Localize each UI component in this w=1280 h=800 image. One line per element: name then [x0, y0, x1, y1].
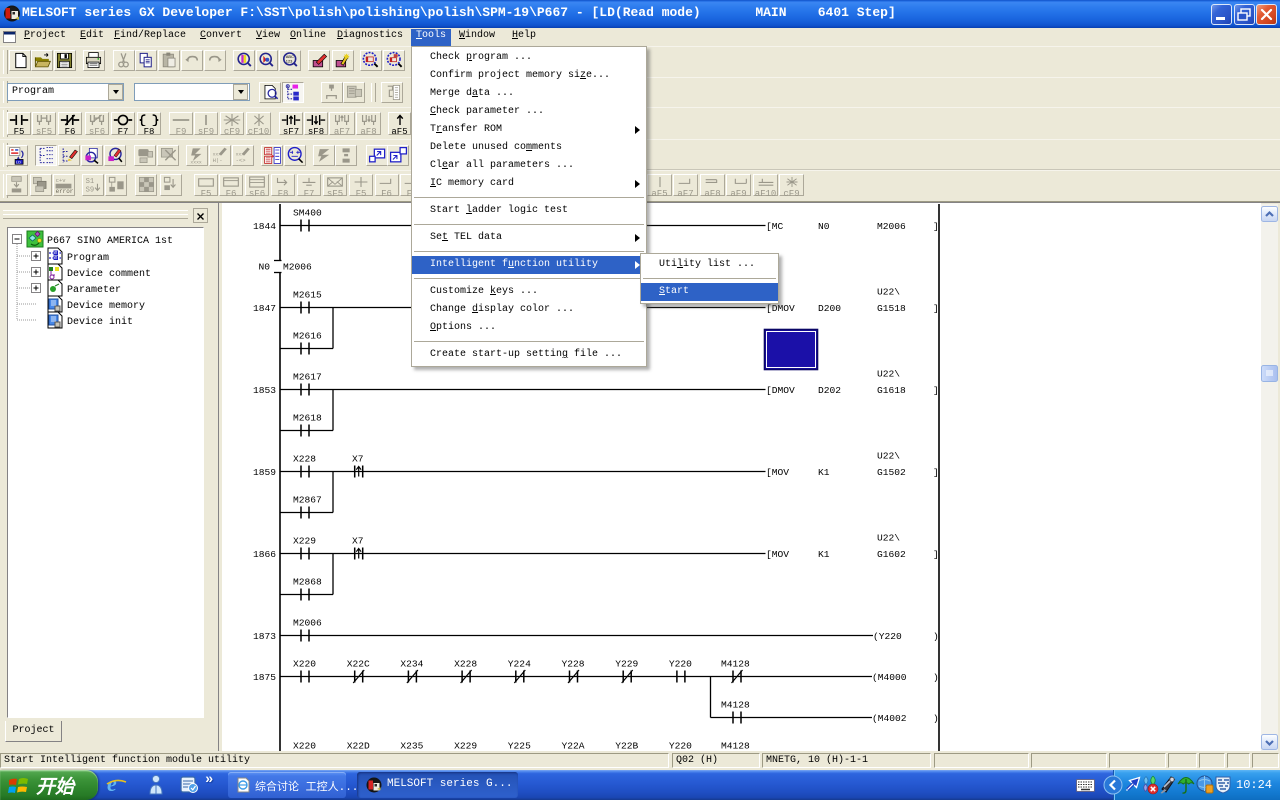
- svg-text:M2867: M2867: [293, 495, 322, 506]
- svg-text:Y224: Y224: [508, 659, 531, 670]
- svg-text:X22D: X22D: [347, 741, 370, 752]
- svg-text:[MOV: [MOV: [766, 549, 789, 560]
- svg-text:123: 123: [285, 58, 292, 63]
- svg-text:c+v: c+v: [56, 177, 67, 184]
- svg-text:X228: X228: [454, 659, 477, 670]
- svg-text:M4128: M4128: [721, 741, 750, 752]
- svg-text:G1602: G1602: [877, 549, 906, 560]
- svg-text:Device memory: Device memory: [67, 300, 145, 312]
- svg-text:Y220: Y220: [669, 741, 692, 752]
- svg-text:K1: K1: [818, 549, 830, 560]
- svg-text:LD: LD: [15, 159, 20, 164]
- svg-text:S9: S9: [85, 187, 94, 194]
- svg-text:1875: 1875: [253, 672, 276, 683]
- svg-text:Y22B: Y22B: [615, 741, 638, 752]
- svg-text:error: error: [56, 188, 73, 194]
- svg-text:M2615: M2615: [293, 290, 322, 301]
- svg-text:[MC: [MC: [766, 221, 784, 232]
- svg-text:X235: X235: [400, 741, 423, 752]
- svg-text:Y229: Y229: [615, 659, 638, 670]
- svg-text:M2006: M2006: [877, 221, 906, 232]
- svg-text:Y220: Y220: [669, 659, 692, 670]
- svg-text:U22\: U22\: [877, 287, 900, 298]
- svg-text:X234: X234: [400, 659, 423, 670]
- svg-text:N0: N0: [259, 262, 271, 273]
- svg-text:M2617: M2617: [293, 372, 322, 383]
- svg-text:N0: N0: [818, 221, 830, 232]
- svg-text:U22\: U22\: [877, 369, 900, 380]
- svg-text:]: ]: [933, 303, 939, 314]
- svg-text:M2868: M2868: [293, 577, 322, 588]
- svg-text:X7: X7: [352, 536, 364, 547]
- svg-text:M2618: M2618: [293, 413, 322, 424]
- svg-text:[DMOV: [DMOV: [766, 385, 795, 396]
- svg-text:X220: X220: [293, 659, 316, 670]
- svg-text:Y225: Y225: [508, 741, 531, 752]
- svg-text:]: ]: [933, 385, 939, 396]
- svg-text:Y228: Y228: [562, 659, 585, 670]
- svg-text:[MOV: [MOV: [766, 467, 789, 478]
- svg-text:SM400: SM400: [293, 208, 322, 219]
- svg-text:S1: S1: [85, 178, 94, 186]
- svg-text:1859: 1859: [253, 467, 276, 478]
- svg-text:1844: 1844: [253, 221, 276, 232]
- svg-text:): ): [933, 713, 939, 724]
- svg-text:1847: 1847: [253, 303, 276, 314]
- svg-text:D202: D202: [818, 385, 841, 396]
- svg-text:X229: X229: [293, 536, 316, 547]
- svg-text:]: ]: [933, 467, 939, 478]
- svg-text:): ): [933, 672, 939, 683]
- svg-text:G1618: G1618: [877, 385, 906, 396]
- svg-text:1866: 1866: [253, 549, 276, 560]
- svg-text:D200: D200: [818, 303, 841, 314]
- svg-text:P667 SINO AMERICA 1st: P667 SINO AMERICA 1st: [47, 236, 173, 247]
- svg-text:M4128: M4128: [721, 659, 750, 670]
- svg-text:X228: X228: [293, 454, 316, 465]
- svg-text:X7: X7: [352, 454, 364, 465]
- svg-text:(Y220: (Y220: [873, 631, 902, 642]
- svg-text:G1518: G1518: [877, 303, 906, 314]
- svg-text:Device comment: Device comment: [67, 268, 151, 280]
- svg-text:M4128: M4128: [721, 700, 750, 711]
- svg-text:U22\: U22\: [877, 533, 900, 544]
- svg-text:G1502: G1502: [877, 467, 906, 478]
- svg-text:U22\: U22\: [877, 451, 900, 462]
- svg-text:1873: 1873: [253, 631, 276, 642]
- svg-text:(M4002: (M4002: [872, 713, 907, 724]
- svg-text:Y22A: Y22A: [562, 741, 585, 752]
- svg-text:M2006: M2006: [293, 618, 322, 629]
- svg-text:H|-: H|-: [212, 157, 222, 164]
- svg-text:Program: Program: [67, 253, 109, 264]
- svg-text:): ): [933, 631, 939, 642]
- svg-text:[DMOV: [DMOV: [766, 303, 795, 314]
- svg-text:X220: X220: [293, 741, 316, 752]
- svg-text:M2006: M2006: [283, 262, 312, 273]
- svg-text:]: ]: [933, 549, 939, 560]
- svg-text:X229: X229: [454, 741, 477, 752]
- svg-text:Device init: Device init: [67, 316, 133, 328]
- svg-text:K1: K1: [818, 467, 830, 478]
- svg-text:(M4000: (M4000: [872, 672, 907, 683]
- svg-text:xxxx: xxxx: [190, 160, 202, 165]
- svg-text:X22C: X22C: [347, 659, 370, 670]
- svg-text:M2616: M2616: [293, 331, 322, 342]
- svg-text:-<>: -<>: [235, 157, 245, 164]
- svg-text:]: ]: [933, 221, 939, 232]
- svg-text:Parameter: Parameter: [67, 285, 121, 296]
- svg-text:1853: 1853: [253, 385, 276, 396]
